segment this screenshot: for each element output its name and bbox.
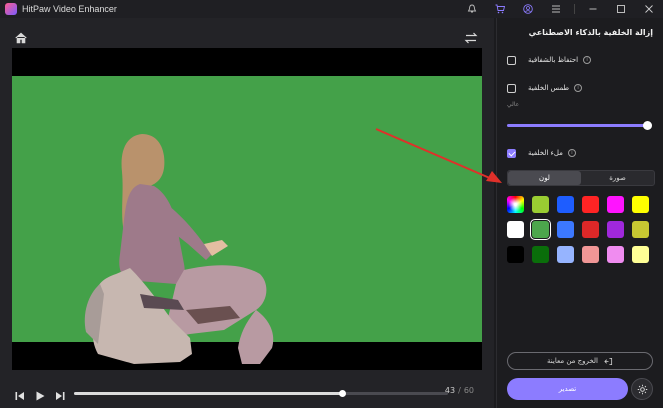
color-swatch[interactable]: [632, 221, 649, 238]
color-swatch[interactable]: [557, 246, 574, 263]
menu-icon[interactable]: [542, 0, 570, 18]
fill-type-tabs: لون صورة: [507, 170, 655, 186]
total-time: 60: [463, 386, 474, 395]
preview-area: 43 / 60: [0, 18, 494, 408]
app-logo-icon: [5, 3, 17, 15]
exit-preview-button[interactable]: الخروج من معاينة: [507, 352, 653, 370]
close-icon[interactable]: [635, 0, 663, 18]
previous-frame-icon[interactable]: [14, 387, 26, 400]
bell-icon[interactable]: [458, 0, 486, 18]
color-swatch[interactable]: [582, 196, 599, 213]
panel-title: إزالة الخلفية بالذكاء الاصطناعي: [528, 28, 653, 37]
export-label: تصدير: [558, 385, 577, 393]
color-swatch[interactable]: [607, 221, 624, 238]
fill-background-option[interactable]: ملء الخلفية i: [507, 146, 655, 160]
playback-bar: 43 / 60: [0, 380, 494, 408]
export-button[interactable]: تصدير: [507, 378, 628, 400]
time-separator: /: [458, 386, 461, 395]
minimize-icon[interactable]: [579, 0, 607, 18]
color-swatch[interactable]: [582, 246, 599, 263]
info-icon[interactable]: i: [567, 149, 576, 157]
color-picker-swatch[interactable]: [507, 196, 524, 213]
progress-track[interactable]: [74, 390, 448, 397]
info-icon[interactable]: i: [583, 56, 592, 64]
color-swatch[interactable]: [507, 246, 524, 263]
export-settings-button[interactable]: [631, 378, 653, 400]
current-time: 43: [444, 386, 456, 395]
blur-strength-slider[interactable]: [507, 121, 652, 130]
color-swatch[interactable]: [632, 196, 649, 213]
color-swatch[interactable]: [530, 219, 551, 240]
exit-preview-label: الخروج من معاينة: [547, 357, 598, 365]
titlebar-divider: [574, 4, 575, 14]
green-background: [12, 76, 482, 364]
cart-icon[interactable]: [486, 0, 514, 18]
blur-background-label: طمس الخلفية: [528, 84, 570, 92]
color-swatch[interactable]: [557, 196, 574, 213]
video-preview[interactable]: [12, 48, 482, 370]
color-swatch[interactable]: [557, 221, 574, 238]
color-swatch[interactable]: [507, 221, 524, 238]
slider-handle[interactable]: [643, 121, 652, 130]
user-icon[interactable]: [514, 0, 542, 18]
tab-image[interactable]: صورة: [581, 171, 654, 185]
keep-transparency-option[interactable]: احتفاظ بالشفافية i: [507, 53, 655, 67]
maximize-icon[interactable]: [607, 0, 635, 18]
fill-background-checkbox[interactable]: [507, 148, 516, 158]
progress-fill: [74, 392, 342, 395]
color-swatch[interactable]: [582, 221, 599, 238]
fill-background-label: ملء الخلفية: [528, 149, 563, 157]
blur-strength-label: عالي: [507, 101, 520, 108]
color-swatch-grid: [507, 196, 657, 263]
title-bar: HitPaw Video Enhancer: [0, 0, 663, 18]
color-swatch[interactable]: [607, 246, 624, 263]
blur-background-checkbox[interactable]: [507, 83, 516, 93]
home-icon[interactable]: [14, 30, 28, 44]
color-swatch[interactable]: [532, 196, 549, 213]
gear-icon: [637, 384, 647, 394]
keep-transparency-checkbox[interactable]: [507, 55, 516, 65]
play-icon[interactable]: [34, 387, 46, 401]
blur-background-option[interactable]: طمس الخلفية i: [507, 81, 655, 95]
person-figure: [84, 134, 274, 364]
compare-swap-icon[interactable]: [464, 30, 478, 44]
info-icon[interactable]: i: [574, 84, 583, 92]
color-swatch[interactable]: [632, 246, 649, 263]
app-title: HitPaw Video Enhancer: [22, 4, 117, 14]
progress-handle[interactable]: [338, 390, 346, 397]
settings-panel: إزالة الخلفية بالذكاء الاصطناعي احتفاظ ب…: [496, 18, 663, 408]
exit-icon: [604, 357, 613, 365]
tab-color[interactable]: لون: [508, 171, 581, 185]
keep-transparency-label: احتفاظ بالشفافية: [528, 56, 579, 64]
color-swatch[interactable]: [607, 196, 624, 213]
next-frame-icon[interactable]: [54, 387, 66, 400]
color-swatch[interactable]: [532, 246, 549, 263]
time-display: 43 / 60: [445, 386, 474, 395]
